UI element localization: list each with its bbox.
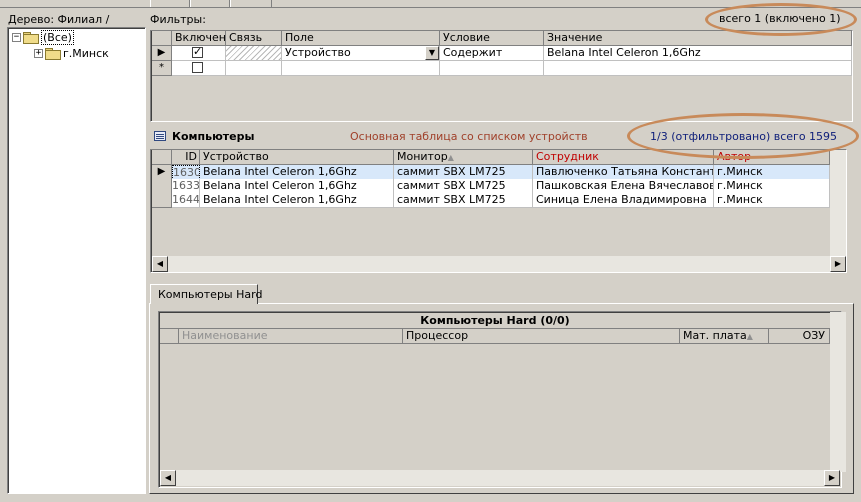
filter-condition-cell[interactable]	[440, 61, 544, 76]
collapse-icon[interactable]: −	[12, 33, 21, 42]
horizontal-scrollbar[interactable]: ◀ ▶	[160, 470, 840, 486]
tree-node-minsk[interactable]: + г.Минск	[34, 46, 109, 61]
cell-id[interactable]: 1630	[172, 165, 200, 180]
tree-panel[interactable]: − (Все) + г.Минск	[7, 27, 146, 494]
toolbar-segment[interactable]	[190, 0, 230, 7]
enabled-checkbox[interactable]	[192, 62, 203, 73]
expand-icon[interactable]: +	[34, 49, 43, 58]
column-header[interactable]: Условие	[440, 31, 544, 46]
cell-device[interactable]: Belana Intel Celeron 1,6Ghz	[200, 193, 394, 208]
dropdown-icon[interactable]: ▼	[425, 46, 439, 60]
cell-monitor[interactable]: саммит SBX LM725	[394, 179, 533, 194]
column-header[interactable]: Связь	[226, 31, 282, 46]
vertical-scrollbar[interactable]	[830, 150, 846, 258]
cell-employee[interactable]: Пашковская Елена Вячеславовна	[533, 179, 714, 194]
new-row-indicator-icon: *	[152, 61, 172, 76]
cell-author[interactable]: г.Минск	[714, 179, 830, 194]
filter-enabled-cell[interactable]	[172, 61, 226, 76]
scroll-left-icon[interactable]: ◀	[152, 256, 168, 272]
filter-field-cell[interactable]	[282, 61, 440, 76]
vertical-scrollbar[interactable]	[830, 312, 846, 472]
filter-link-cell[interactable]	[226, 61, 282, 76]
column-header-ram[interactable]: ОЗУ	[769, 329, 830, 344]
scroll-right-icon[interactable]: ▶	[830, 256, 846, 272]
horizontal-scrollbar[interactable]: ◀ ▶	[152, 256, 846, 272]
column-header-id[interactable]: ID	[172, 150, 200, 165]
cell-employee[interactable]: Синица Елена Владимировна	[533, 193, 714, 208]
filters-title: Фильтры:	[150, 13, 206, 26]
filter-link-cell[interactable]	[226, 46, 282, 61]
tree-node-label[interactable]: (Все)	[41, 30, 74, 45]
cell-device[interactable]: Belana Intel Celeron 1,6Ghz	[200, 165, 394, 180]
column-header-monitor[interactable]: Монитор▲	[394, 150, 533, 165]
hard-grid[interactable]: Компьютеры Hard (0/0) Наименование Проце…	[158, 311, 846, 488]
row-indicator	[152, 179, 172, 194]
cell-id[interactable]: 1633	[172, 179, 200, 194]
column-header-device[interactable]: Устройство	[200, 150, 394, 165]
column-header-label: Монитор	[397, 150, 448, 163]
scroll-left-icon[interactable]: ◀	[160, 470, 176, 486]
folder-icon	[45, 48, 61, 60]
column-header[interactable]: Поле	[282, 31, 440, 46]
tree-node-all[interactable]: − (Все)	[12, 30, 74, 45]
computers-description: Основная таблица со списком устройств	[350, 130, 588, 143]
toolbar-segment[interactable]	[150, 0, 190, 7]
folder-open-icon	[23, 32, 39, 44]
sort-ascending-icon: ▲	[447, 153, 454, 162]
hard-grid-title: Компьютеры Hard (0/0)	[160, 313, 830, 329]
computers-grid[interactable]: ID Устройство Монитор▲ Сотрудник Автор ▶…	[150, 149, 847, 273]
annotation-ellipse	[705, 3, 857, 36]
cell-author[interactable]: г.Минск	[714, 193, 830, 208]
table-icon	[154, 131, 166, 141]
annotation-ellipse	[627, 113, 859, 159]
column-header-name[interactable]: Наименование	[179, 329, 403, 344]
tree-title: Дерево: Филиал /	[8, 13, 110, 26]
filter-value-cell[interactable]: Belana Intel Celeron 1,6Ghz	[544, 46, 852, 61]
tree-node-label[interactable]: г.Минск	[63, 47, 109, 60]
current-row-icon: ▶	[152, 165, 172, 180]
grid-corner	[152, 31, 172, 46]
toolbar-segment[interactable]	[230, 0, 272, 7]
filter-condition-cell[interactable]: Содержит	[440, 46, 544, 61]
grid-corner	[160, 329, 179, 344]
filters-grid[interactable]: Включен Связь Поле Условие Значение ▶ Ус…	[150, 30, 853, 122]
cell-monitor[interactable]: саммит SBX LM725	[394, 165, 533, 180]
computers-title: Компьютеры	[172, 130, 255, 143]
tab-computers-hard[interactable]: Компьютеры Hard	[150, 284, 262, 304]
filter-value-cell[interactable]	[544, 61, 852, 76]
grid-corner	[152, 150, 172, 165]
sort-ascending-icon: ▲	[746, 332, 753, 341]
column-header-label: Мат. плата	[683, 329, 747, 342]
cell-device[interactable]: Belana Intel Celeron 1,6Ghz	[200, 179, 394, 194]
enabled-checkbox[interactable]	[192, 46, 203, 59]
filter-enabled-cell[interactable]	[172, 46, 226, 61]
row-indicator-icon: ▶	[152, 46, 172, 61]
filter-field-value: Устройство	[285, 46, 351, 59]
row-indicator	[152, 193, 172, 208]
column-header-motherboard[interactable]: Мат. плата▲	[680, 329, 769, 344]
column-header[interactable]: Включен	[172, 31, 226, 46]
cell-monitor[interactable]: саммит SBX LM725	[394, 193, 533, 208]
cell-employee[interactable]: Павлюченко Татьяна Константино	[533, 165, 714, 180]
scroll-right-icon[interactable]: ▶	[824, 470, 840, 486]
cell-id[interactable]: 1644	[172, 193, 200, 208]
column-header-processor[interactable]: Процессор	[403, 329, 680, 344]
cell-author[interactable]: г.Минск	[714, 165, 830, 180]
filter-field-select[interactable]: Устройство ▼	[282, 46, 440, 61]
